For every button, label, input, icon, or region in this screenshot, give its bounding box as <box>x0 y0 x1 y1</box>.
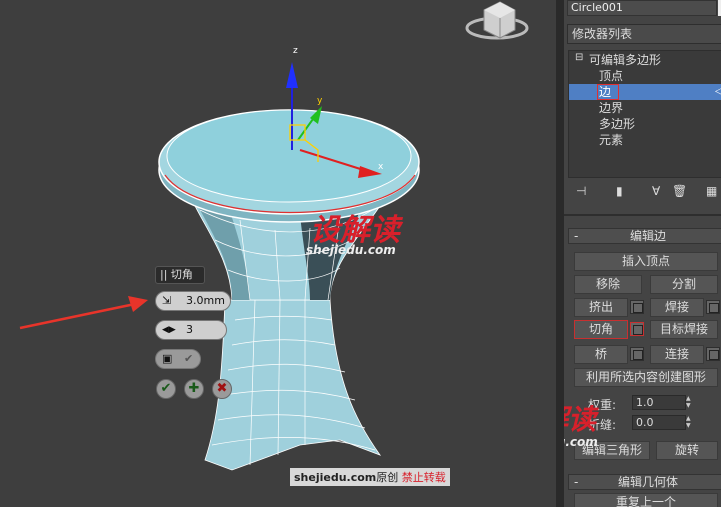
credit-site: shejiedu.com <box>294 471 377 484</box>
connect-settings-button[interactable] <box>706 347 720 361</box>
x-axis-label: x <box>378 162 384 172</box>
edit-edges-title: 编辑边 <box>629 229 666 243</box>
edge-red-outline <box>597 84 619 100</box>
credit-notice: 禁止转载 <box>401 471 446 484</box>
z-axis-label: z <box>293 46 298 56</box>
pin-stack-icon[interactable]: ⊣ <box>576 184 586 198</box>
stack-item-border[interactable]: 边界 <box>599 100 623 116</box>
modifier-list-dropdown[interactable]: 修改器列表 <box>567 24 721 44</box>
weight-spinner[interactable]: 1.0 <box>632 395 686 410</box>
chamfer-segments-value: 3 <box>186 323 193 336</box>
stack-root-item[interactable]: 可编辑多边形 <box>589 52 661 68</box>
chamfer-check-icon: ✔ <box>184 352 194 365</box>
watermark-brand-panel: 设解读 <box>564 403 597 436</box>
stack-item-vertex[interactable]: 顶点 <box>599 68 623 84</box>
edit-edges-rollout-header[interactable]: - 编辑边 <box>568 228 721 244</box>
chamfer-segments-field[interactable]: ◀▶ 3 <box>155 320 227 340</box>
spinner-arrows-icon: ◀▶ <box>162 325 176 335</box>
viewport-panel-divider[interactable] <box>556 0 564 507</box>
pointer-arrow-icon <box>19 296 148 330</box>
target-weld-button[interactable]: 目标焊接 <box>650 320 718 339</box>
remove-button[interactable]: 移除 <box>574 275 642 294</box>
credit-banner: shejiedu.com原创 禁止转载 <box>290 468 450 486</box>
stack-item-edge[interactable]: 边 ◁ <box>569 84 721 100</box>
weld-button[interactable]: 焊接 <box>650 298 704 317</box>
extrude-settings-button[interactable] <box>630 300 644 314</box>
chamfer-open-icon: ▣ <box>162 352 173 365</box>
extrude-button[interactable]: 挤出 <box>574 298 628 317</box>
caddy-title: || 切角 <box>155 266 205 284</box>
perspective-viewport[interactable]: z y x || 切角 ⇲ 3.0mm ◀▶ 3 ▣ ✔ ✔ ✚ ✖ 设解读 s… <box>0 0 556 507</box>
create-shape-button[interactable]: 利用所选内容创建图形 <box>574 368 718 387</box>
viewport-scene <box>19 1 529 471</box>
bridge-settings-button[interactable] <box>630 347 644 361</box>
make-unique-icon[interactable]: ∀ <box>652 184 660 198</box>
sub-object-arrow-icon: ◁ <box>715 86 721 97</box>
watermark-site: shejiedu.com <box>306 243 396 257</box>
remove-modifier-icon[interactable]: 🗑 <box>672 184 687 198</box>
stack-item-polygon[interactable]: 多边形 <box>599 116 635 132</box>
stack-toolbar: ⊣ ▮ ∀ 🗑 ▦ <box>568 184 721 202</box>
bridge-button[interactable]: 桥 <box>574 345 628 364</box>
repeat-last-button[interactable]: 重复上一个 <box>574 493 718 507</box>
modify-panel: Circle001 修改器列表 ⊟ 可编辑多边形 顶点 边 ◁ 边界 多边形 元素… <box>564 0 721 507</box>
chamfer-amount-value: 3.0mm <box>186 294 225 307</box>
expand-toggle-icon[interactable]: ⊟ <box>575 52 583 63</box>
caddy-ok-button[interactable]: ✔ <box>156 379 176 399</box>
crease-spinner-arrows-icon[interactable]: ▲ ▼ <box>686 415 694 430</box>
watermark-site-panel: shejiedu.com <box>564 435 598 449</box>
weld-settings-button[interactable] <box>706 300 720 314</box>
chamfer-type-field[interactable]: ▣ ✔ <box>155 349 201 369</box>
crease-spinner[interactable]: 0.0 <box>632 415 686 430</box>
chamfer-settings-button[interactable] <box>630 322 644 336</box>
chamfer-amount-field[interactable]: ⇲ 3.0mm <box>155 291 231 311</box>
amount-icon: ⇲ <box>162 294 172 307</box>
viewcube-icon <box>465 1 529 40</box>
split-button[interactable]: 分割 <box>650 275 718 294</box>
credit-text: 原创 <box>376 471 399 484</box>
panel-separator <box>564 214 721 216</box>
chamfer-button[interactable]: 切角 <box>574 320 628 339</box>
y-axis-label: y <box>317 96 323 106</box>
caddy-apply-button[interactable]: ✚ <box>184 379 204 399</box>
insert-vertex-button[interactable]: 插入顶点 <box>574 252 718 271</box>
show-end-result-icon[interactable]: ▮ <box>616 184 623 198</box>
modifier-stack[interactable]: ⊟ 可编辑多边形 顶点 边 ◁ 边界 多边形 元素 <box>568 50 721 178</box>
edit-geometry-title: 编辑几何体 <box>617 475 678 489</box>
configure-modifiers-icon[interactable]: ▦ <box>706 184 717 198</box>
connect-button[interactable]: 连接 <box>650 345 704 364</box>
caddy-title-label: 切角 <box>170 268 193 281</box>
turn-button[interactable]: 旋转 <box>656 441 718 460</box>
caddy-cancel-button[interactable]: ✖ <box>212 379 232 399</box>
weight-spinner-arrows-icon[interactable]: ▲ ▼ <box>686 395 694 410</box>
object-name-field[interactable]: Circle001 <box>567 0 717 16</box>
edit-geometry-rollout-header[interactable]: - 编辑几何体 <box>568 474 721 490</box>
stack-item-element[interactable]: 元素 <box>599 132 623 148</box>
